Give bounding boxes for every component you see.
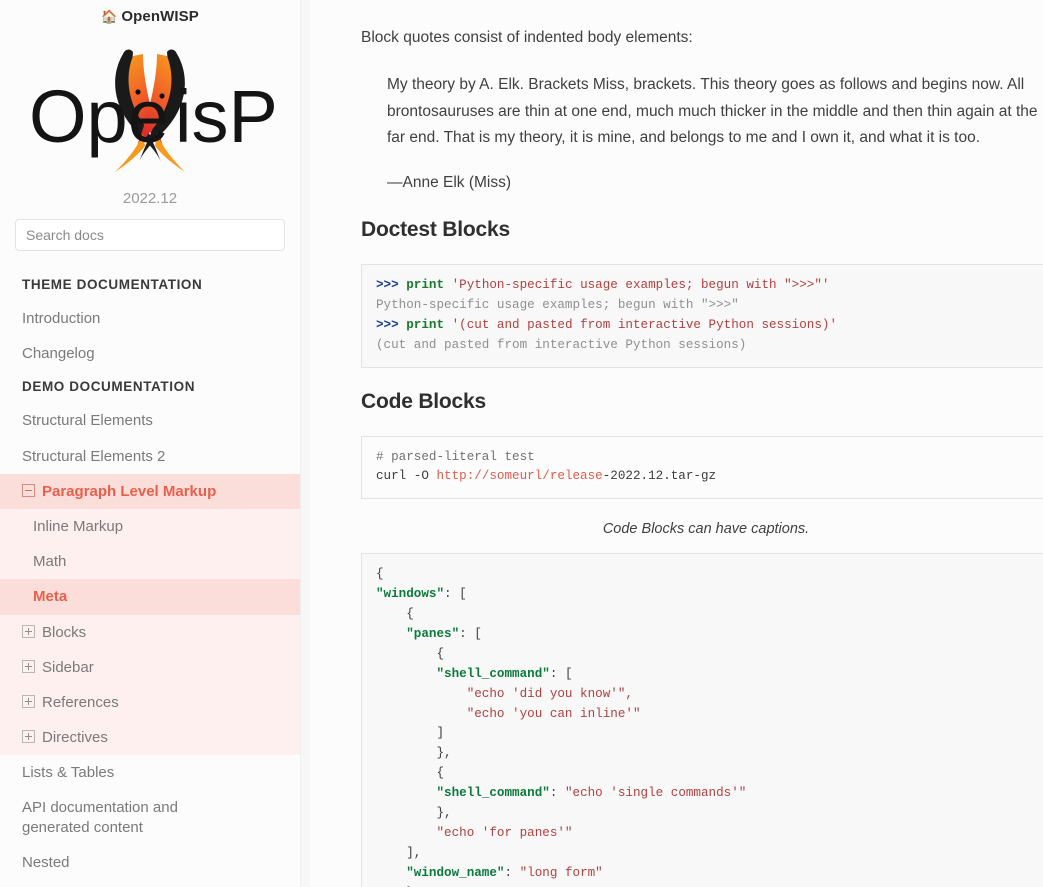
brand-label: OpenWISP bbox=[121, 8, 199, 25]
svg-text:isP: isP bbox=[175, 75, 278, 158]
search-form bbox=[0, 219, 300, 269]
brand-home-link[interactable]: 🏠 OpenWISP bbox=[0, 0, 300, 29]
svg-text:Ope: Ope bbox=[29, 75, 169, 158]
page-root: 🏠 OpenWISP Ope isP 2022.12 Search docs T… bbox=[0, 0, 1043, 887]
plus-square-icon[interactable] bbox=[22, 659, 35, 673]
sidebar-item-introduction[interactable]: Introduction bbox=[0, 301, 300, 336]
doctest-blocks-heading: Doctest Blocks bbox=[361, 217, 510, 241]
sidebar-item-label: Directives bbox=[42, 729, 108, 747]
sidebar-item-references[interactable]: References bbox=[0, 684, 300, 721]
sidebar-item-paragraph-level-markup[interactable]: Paragraph Level Markup bbox=[0, 473, 300, 509]
sidebar-nav: THEME DOCUMENTATION Introduction Changel… bbox=[0, 269, 300, 887]
sidebar-item-sidebar[interactable]: Sidebar bbox=[0, 649, 300, 685]
sidebar-item-label: Paragraph Level Markup bbox=[42, 482, 217, 500]
nav-caption-theme-documentation: THEME DOCUMENTATION bbox=[22, 277, 203, 292]
sidebar-item-structural-elements-2[interactable]: Structural Elements 2 bbox=[0, 439, 300, 474]
sidebar-item-external-link[interactable]: External link bbox=[0, 880, 300, 887]
intro-paragraph: Block quotes consist of indented body el… bbox=[361, 29, 693, 46]
blockquote-attribution: —Anne Elk (Miss) bbox=[387, 173, 512, 191]
sidebar-item-directives[interactable]: Directives bbox=[0, 720, 300, 756]
sidebar-item-api-documentation[interactable]: API documentation and generated content bbox=[0, 790, 250, 844]
sidebar-gutter bbox=[300, 0, 310, 887]
json-code-block[interactable]: { "windows": [ { "panes": [ { "shell_com… bbox=[361, 553, 1043, 887]
blockquote: My theory by A. Elk. Brackets Miss, brac… bbox=[387, 72, 1043, 152]
minus-square-icon[interactable] bbox=[22, 483, 35, 497]
openwisp-logo-svg: Ope isP bbox=[29, 49, 278, 172]
sidebar-item-meta[interactable]: Meta bbox=[0, 579, 300, 615]
sidebar-item-label: Sidebar bbox=[42, 658, 94, 676]
sidebar-item-blocks[interactable]: Blocks bbox=[0, 614, 300, 650]
code-blocks-heading: Code Blocks bbox=[361, 389, 486, 413]
sidebar-item-label: References bbox=[42, 693, 119, 711]
blockquote-text: My theory by A. Elk. Brackets Miss, brac… bbox=[387, 76, 1038, 147]
search-input[interactable] bbox=[15, 219, 285, 251]
code-block-caption: Code Blocks can have captions. bbox=[602, 521, 810, 538]
sidebar-item-inline-markup[interactable]: Inline Markup bbox=[0, 508, 300, 545]
sidebar: 🏠 OpenWISP Ope isP 2022.12 Search docs T… bbox=[0, 0, 300, 887]
sidebar-item-changelog[interactable]: Changelog bbox=[0, 336, 300, 371]
sidebar-item-label: Blocks bbox=[42, 623, 87, 641]
plus-square-icon[interactable] bbox=[22, 624, 35, 638]
version-label: 2022.12 bbox=[122, 190, 178, 207]
sidebar-item-nested[interactable]: Nested bbox=[0, 845, 300, 880]
doctest-code-block[interactable]: >>> print 'Python-specific usage example… bbox=[361, 263, 1043, 368]
nav-caption-demo-documentation: DEMO DOCUMENTATION bbox=[22, 379, 196, 395]
parsed-literal-code-block[interactable]: # parsed-literal test curl -O http://som… bbox=[361, 435, 1043, 500]
home-icon: 🏠 bbox=[101, 9, 118, 24]
sidebar-item-math[interactable]: Math bbox=[0, 544, 300, 580]
sidebar-item-lists-and-tables[interactable]: Lists & Tables bbox=[0, 755, 300, 790]
main-content: Block quotes consist of indented body el… bbox=[310, 0, 1043, 887]
plus-square-icon[interactable] bbox=[22, 730, 35, 744]
plus-square-icon[interactable] bbox=[22, 694, 35, 708]
sidebar-item-structural-elements[interactable]: Structural Elements bbox=[0, 403, 300, 438]
openwisp-logo: Ope isP bbox=[0, 29, 300, 184]
